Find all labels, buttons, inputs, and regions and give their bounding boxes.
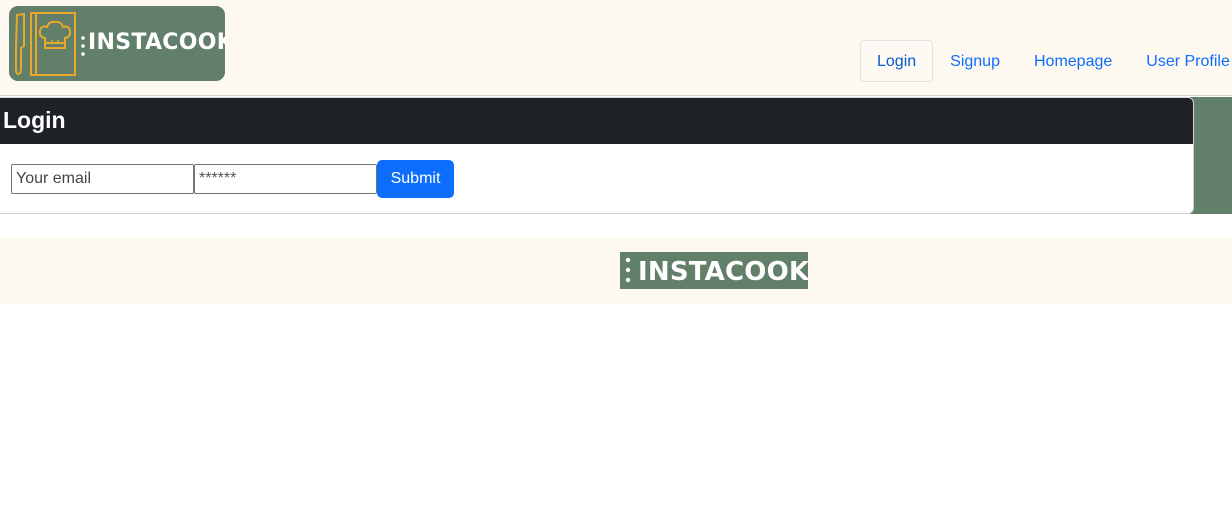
footer-brand-name: INSTACOOK (638, 257, 810, 287)
dots-icon (625, 257, 631, 283)
nav-link-login[interactable]: Login (860, 40, 934, 82)
brand-name: INSTACOOK (88, 30, 225, 55)
submit-button[interactable]: Submit (377, 160, 454, 198)
main-nav: Login Signup Homepage User Profile (860, 40, 1232, 82)
nav-link-signup[interactable]: Signup (933, 40, 1017, 82)
email-input[interactable] (11, 164, 194, 194)
login-form: Submit (11, 160, 454, 198)
password-input[interactable] (194, 164, 377, 194)
nav-link-homepage[interactable]: Homepage (1017, 40, 1129, 82)
login-card: Login Submit (0, 97, 1194, 214)
footer-logo: INSTACOOK (620, 252, 810, 289)
site-header: INSTACOOK Login Signup Homepage User Pro… (0, 0, 1232, 96)
chef-cookbook-icon (15, 12, 85, 76)
login-card-title: Login (0, 98, 1193, 144)
brand-logo[interactable]: INSTACOOK (9, 6, 225, 81)
nav-link-user-profile[interactable]: User Profile (1129, 40, 1232, 82)
side-accent-strip (1190, 97, 1232, 214)
site-footer: INSTACOOK (0, 238, 1232, 304)
